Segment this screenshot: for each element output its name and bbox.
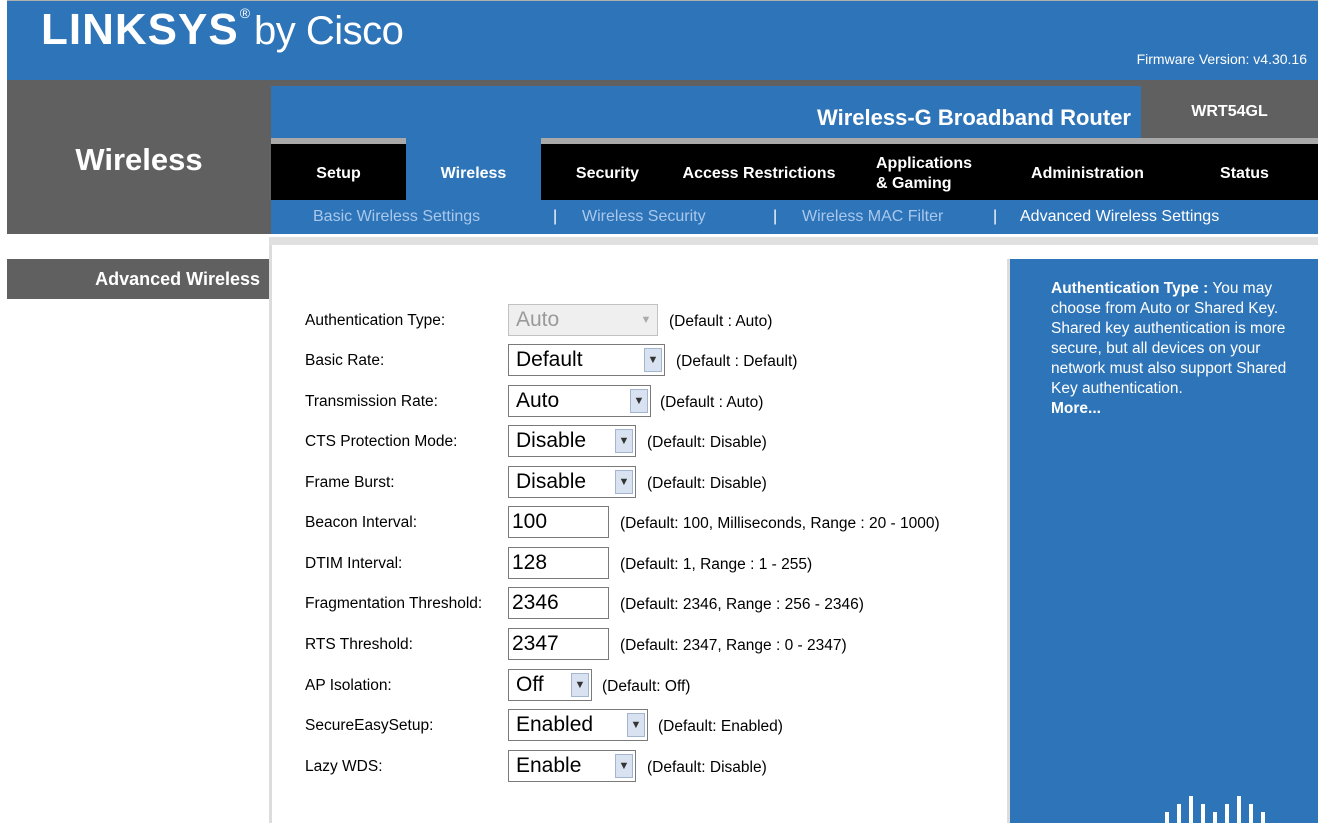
navigation-block: Wireless Wireless-G Broadband Router WRT… <box>7 80 1318 234</box>
label-ap-isolation: AP Isolation: <box>305 677 392 694</box>
default-beacon-interval: (Default: 100, Milliseconds, Range : 20 … <box>620 515 940 532</box>
dtim-interval-input[interactable]: 128 <box>508 547 609 579</box>
chevron-down-icon: ▼ <box>644 348 662 372</box>
label-cts-protection-mode: CTS Protection Mode: <box>305 433 458 450</box>
product-name: Wireless-G Broadband Router <box>817 105 1131 130</box>
select-value: Default <box>516 348 583 371</box>
default-fragmentation-threshold: (Default: 2346, Range : 256 - 2346) <box>620 596 864 613</box>
subtab-advanced-wireless-settings[interactable]: Advanced Wireless Settings <box>1020 208 1219 226</box>
select-value: Auto <box>516 308 560 331</box>
chevron-down-icon: ▼ <box>615 470 633 494</box>
select-value: Disable <box>516 429 587 452</box>
default-basic-rate: (Default : Default) <box>676 353 798 370</box>
label-transmission-rate: Transmission Rate: <box>305 393 438 410</box>
ap-isolation-select[interactable]: Off ▼ <box>508 669 592 701</box>
chevron-down-icon: ▼ <box>627 713 645 737</box>
default-dtim-interval: (Default: 1, Range : 1 - 255) <box>620 556 813 573</box>
chevron-down-icon: ▼ <box>571 673 589 697</box>
tab-status[interactable]: Status <box>1171 138 1318 200</box>
default-frame-burst: (Default: Disable) <box>647 475 767 492</box>
help-more-link[interactable]: More... <box>1051 399 1306 419</box>
product-bar: Wireless-G Broadband Router <box>271 86 1141 138</box>
frame-burst-select[interactable]: Disable ▼ <box>508 466 636 498</box>
label-fragmentation-threshold: Fragmentation Threshold: <box>305 595 483 612</box>
model-name: WRT54GL <box>1141 86 1318 138</box>
tab-access-restrictions[interactable]: Access Restrictions <box>674 138 844 200</box>
fragmentation-threshold-input[interactable]: 2346 <box>508 587 609 619</box>
tab-label: Status <box>1220 165 1269 182</box>
help-panel: Authentication Type : You may choose fro… <box>1010 259 1318 824</box>
transmission-rate-select[interactable]: Auto ▼ <box>508 385 651 417</box>
label-frame-burst: Frame Burst: <box>305 474 395 491</box>
help-title: Authentication Type : <box>1051 280 1209 297</box>
main-tabs: Setup Wireless Security Access Restricti… <box>271 138 1318 200</box>
label-beacon-interval: Beacon Interval: <box>305 514 418 531</box>
left-section-title: Advanced Wireless <box>95 269 260 289</box>
subtab-wireless-mac-filter[interactable]: Wireless MAC Filter <box>802 208 943 226</box>
beacon-interval-input[interactable]: 100 <box>508 506 609 538</box>
firmware-version: Firmware Version: v4.30.16 <box>1136 51 1307 67</box>
tab-label: Wireless <box>440 165 507 182</box>
subtab-basic-wireless-settings[interactable]: Basic Wireless Settings <box>313 208 480 226</box>
lazy-wds-select[interactable]: Enable ▼ <box>508 750 636 782</box>
registered-mark-icon: ® <box>239 5 251 21</box>
tab-label: Administration <box>1031 165 1144 182</box>
label-basic-rate: Basic Rate: <box>305 352 385 369</box>
tab-label: Security <box>575 165 640 182</box>
select-value: Enabled <box>516 713 594 736</box>
default-authentication-type: (Default : Auto) <box>669 313 773 330</box>
help-body: You may choose from Auto or Shared Key. … <box>1051 280 1287 397</box>
tab-security[interactable]: Security <box>541 138 674 200</box>
tab-applications-gaming[interactable]: Applications & Gaming <box>844 138 1004 200</box>
subtab-separator: | <box>993 208 998 225</box>
tab-label: Setup <box>316 165 361 182</box>
select-value: Off <box>516 673 544 696</box>
label-lazy-wds: Lazy WDS: <box>305 758 383 775</box>
label-authentication-type: Authentication Type: <box>305 312 446 329</box>
tab-administration[interactable]: Administration <box>1004 138 1171 200</box>
default-transmission-rate: (Default : Auto) <box>660 394 764 411</box>
help-text: Authentication Type : You may choose fro… <box>1051 279 1306 419</box>
select-value: Auto <box>516 389 560 412</box>
chevron-down-icon: ▼ <box>615 754 633 778</box>
basic-rate-select[interactable]: Default ▼ <box>508 344 665 376</box>
rts-threshold-input[interactable]: 2347 <box>508 628 609 660</box>
tab-label: Access Restrictions <box>682 165 836 182</box>
sub-navigation: Basic Wireless Settings | Wireless Secur… <box>271 200 1318 234</box>
select-value: Enable <box>516 754 582 777</box>
tab-setup[interactable]: Setup <box>271 138 406 200</box>
brand-name: LINKSYS <box>41 5 239 54</box>
tab-label: Applications & Gaming <box>875 155 972 192</box>
chevron-down-icon: ▼ <box>615 429 633 453</box>
cisco-bars-icon <box>1165 796 1265 824</box>
content-shadow <box>269 237 1318 245</box>
label-rts-threshold: RTS Threshold: <box>305 636 413 653</box>
default-secure-easy-setup: (Default: Enabled) <box>658 718 783 735</box>
subtab-separator: | <box>553 208 558 225</box>
authentication-type-select[interactable]: Auto ▼ <box>508 304 658 336</box>
section-title: Wireless <box>75 142 203 177</box>
default-ap-isolation: (Default: Off) <box>602 678 691 695</box>
cts-protection-mode-select[interactable]: Disable ▼ <box>508 425 636 457</box>
left-section-band: Advanced Wireless <box>7 259 271 299</box>
label-dtim-interval: DTIM Interval: <box>305 555 403 572</box>
subtab-separator: | <box>773 208 778 225</box>
secure-easy-setup-select[interactable]: Enabled ▼ <box>508 709 648 741</box>
label-secure-easy-setup: SecureEasySetup: <box>305 717 434 734</box>
default-cts-protection-mode: (Default: Disable) <box>647 434 767 451</box>
default-rts-threshold: (Default: 2347, Range : 0 - 2347) <box>620 637 847 654</box>
select-value: Disable <box>516 470 587 493</box>
settings-form: Authentication Type: Auto ▼ (Default : A… <box>272 245 1010 823</box>
tab-wireless[interactable]: Wireless <box>406 138 541 200</box>
linksys-logo: LINKSYS® by Cisco <box>41 5 404 55</box>
header: LINKSYS® by Cisco Firmware Version: v4.30… <box>7 0 1318 80</box>
brand-suffix: by Cisco <box>254 9 404 53</box>
subtab-wireless-security[interactable]: Wireless Security <box>582 208 706 226</box>
default-lazy-wds: (Default: Disable) <box>647 759 767 776</box>
chevron-down-icon: ▼ <box>637 308 655 332</box>
chevron-down-icon: ▼ <box>630 389 648 413</box>
